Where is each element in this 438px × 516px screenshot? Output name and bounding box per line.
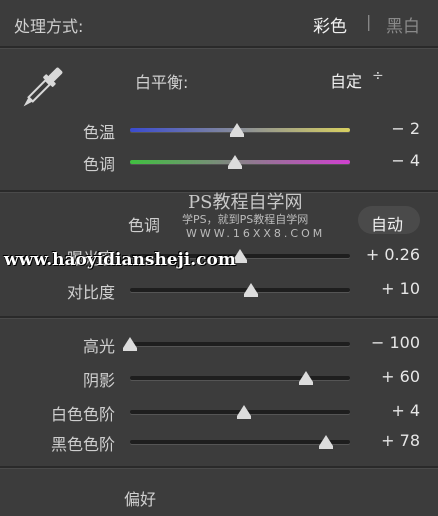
white-balance-label: 白平衡: [135, 73, 189, 92]
slider-row-tonal_range-0: 高光 − 100 [0, 331, 438, 361]
watermark-url: WWW.16XX8.COM [186, 227, 326, 240]
slider-label: 阴影 [82, 371, 115, 390]
header-divider [0, 46, 438, 49]
slider-label: 黑色色阶 [50, 435, 115, 454]
slider-thumb[interactable] [227, 155, 242, 169]
slider-value[interactable]: − 4 [340, 151, 420, 170]
slider-row-tonal_range-2: 白色色阶 + 4 [0, 399, 438, 429]
treatment-label: 处理方式: [14, 17, 84, 36]
slider-track[interactable] [130, 288, 350, 292]
slider-value[interactable]: − 2 [340, 119, 420, 138]
slider-thumb[interactable] [123, 337, 137, 351]
slider-row-basic-1: 色调 − 4 [0, 149, 438, 179]
slider-value[interactable]: + 4 [340, 401, 420, 420]
slider-track[interactable] [130, 342, 350, 346]
slider-thumb[interactable] [318, 435, 333, 449]
slider-track[interactable] [130, 440, 350, 444]
color-mode-button[interactable]: 彩色 [313, 12, 347, 37]
slider-value[interactable]: − 100 [340, 333, 420, 352]
mode-separator: | [366, 12, 372, 31]
basic-panel: 处理方式: 彩色 | 黑白 白平衡: 自定 ÷ 色温 − 2 色调 − 4 色调 自动… [0, 0, 438, 516]
slider-value[interactable]: + 10 [340, 279, 420, 298]
watermark-site: www.haoyidiansheji.com [4, 250, 236, 270]
slider-value[interactable]: + 78 [340, 431, 420, 450]
tone-auto-label: 自动 [371, 215, 404, 234]
slider-label: 对比度 [66, 283, 115, 302]
slider-row-tonal_range-1: 阴影 + 60 [0, 365, 438, 395]
eyedropper-icon[interactable] [16, 60, 68, 116]
slider-thumb[interactable] [237, 405, 252, 419]
slider-row-exposure-1: 对比度 + 10 [0, 277, 438, 307]
slider-row-basic-0: 色温 − 2 [0, 117, 438, 147]
white-balance-value: 自定 [330, 72, 363, 91]
preference-label: 偏好 [124, 490, 157, 509]
slider-label: 白色色阶 [50, 405, 115, 424]
range-divider [0, 466, 438, 469]
slider-thumb[interactable] [299, 371, 313, 385]
tone-label: 色调 [128, 216, 161, 235]
white-balance-dropdown[interactable]: 自定 ÷ [330, 67, 390, 91]
slider-thumb[interactable] [244, 283, 258, 297]
tone-auto-button[interactable]: 自动 [358, 206, 420, 234]
dropdown-arrows-icon: ÷ [372, 68, 384, 84]
slider-label: 色温 [82, 123, 115, 142]
watermark-slogan: 学PS，就到PS教程自学网 [182, 213, 309, 226]
exposure-divider [0, 316, 438, 319]
slider-row-tonal_range-3: 黑色色阶 + 78 [0, 429, 438, 459]
slider-label: 色调 [82, 155, 115, 174]
slider-value[interactable]: + 0.26 [340, 245, 420, 264]
slider-thumb[interactable] [229, 123, 244, 137]
slider-label: 高光 [82, 337, 115, 356]
bw-mode-button[interactable]: 黑白 [386, 12, 420, 37]
slider-track[interactable] [130, 376, 350, 380]
slider-value[interactable]: + 60 [340, 367, 420, 386]
